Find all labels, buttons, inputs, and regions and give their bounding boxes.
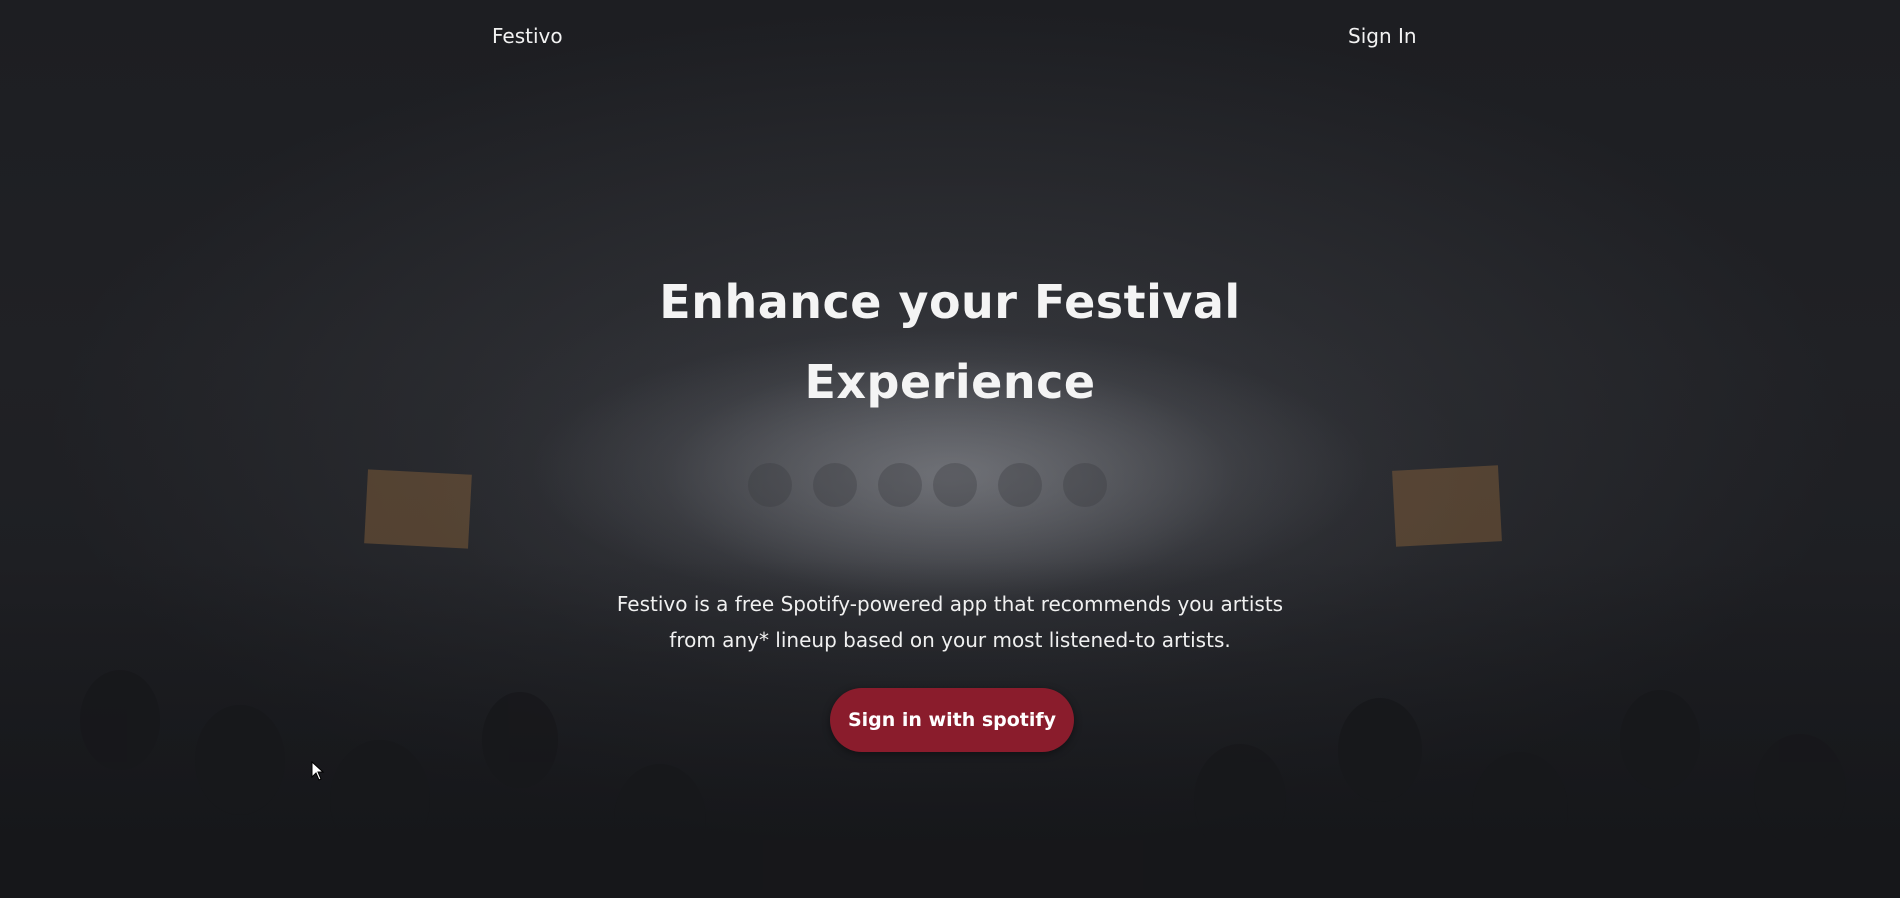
mouse-pointer-icon <box>311 761 325 781</box>
hero-description: Festivo is a free Spotify-powered app th… <box>560 586 1340 658</box>
hero-title-line-1: Enhance your Festival <box>659 275 1241 329</box>
landing-page: Festivo Sign In Enhance your Festival Ex… <box>0 0 1900 898</box>
hero-title-line-2: Experience <box>804 355 1096 409</box>
concert-crowd-background <box>0 330 1900 898</box>
hero-description-line-1: Festivo is a free Spotify-powered app th… <box>616 592 1284 616</box>
hero-title: Enhance your Festival Experience <box>550 262 1350 422</box>
sign-in-link[interactable]: Sign In <box>1348 24 1417 48</box>
brand-logo-link[interactable]: Festivo <box>492 24 563 48</box>
sign-in-with-spotify-button[interactable]: Sign in with spotify <box>830 688 1074 752</box>
top-navbar: Festivo Sign In <box>0 0 1900 76</box>
hero-description-line-2: from any* lineup based on your most list… <box>669 628 1231 652</box>
